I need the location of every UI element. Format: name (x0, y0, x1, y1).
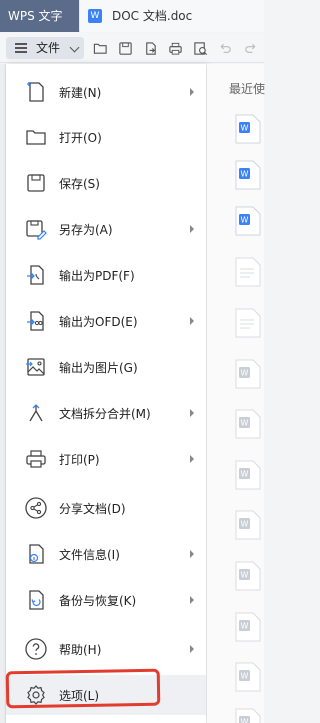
submenu-arrow-icon (190, 317, 194, 325)
menu-item-label: 帮助(H) (59, 643, 102, 657)
menu-item-label: 文件信息(I) (59, 548, 120, 562)
image-export-icon (24, 355, 48, 379)
menu-item-label: 打开(O) (59, 131, 102, 145)
recent-file-word[interactable]: W (235, 160, 261, 190)
hamburger-icon (15, 43, 27, 53)
menu-item-label: 备份与恢复(K) (59, 594, 137, 608)
menu-item-split-merge[interactable]: 文档拆分合并(M) (6, 393, 206, 433)
recent-file-word[interactable]: W (235, 206, 261, 236)
menu-item-save[interactable]: 保存(S) (6, 163, 206, 203)
svg-text:W: W (241, 622, 249, 631)
recent-title: 最近使 (229, 82, 266, 96)
recent-documents-panel: 最近使 W W W W W W W W W W W (207, 64, 266, 723)
save-icon (24, 171, 48, 195)
svg-text:W: W (241, 672, 249, 681)
submenu-arrow-icon (190, 645, 194, 653)
word-doc-icon: W (88, 9, 102, 23)
highlight-annotation (5, 668, 161, 709)
new-doc-icon (24, 80, 48, 104)
svg-text:W: W (241, 571, 249, 580)
file-menu-button[interactable]: 文件 (6, 37, 84, 59)
undo-icon[interactable] (217, 40, 233, 56)
recent-file-word-gray[interactable]: W (235, 708, 261, 723)
pdf-export-icon (24, 263, 48, 287)
menu-item-label: 文档拆分合并(M) (59, 407, 151, 421)
file-menu-dropdown: 新建(N) 打开(O) 保存(S) 另存为(A) 输出为PDF(F) 输出为OF… (6, 64, 206, 723)
svg-text:W: W (241, 369, 249, 378)
menu-item-label: 打印(P) (59, 453, 100, 467)
recent-file-word-gray[interactable]: W (235, 561, 261, 591)
submenu-arrow-icon (190, 225, 194, 233)
svg-text:W: W (241, 124, 249, 133)
menu-item-export-pdf[interactable]: 输出为PDF(F) (6, 255, 206, 295)
menu-item-label: 输出为PDF(F) (59, 269, 135, 283)
submenu-arrow-icon (190, 409, 194, 417)
backup-restore-icon (24, 588, 48, 612)
save-as-icon (24, 217, 48, 241)
save-icon[interactable] (117, 40, 133, 56)
menu-item-label: 分享文档(D) (59, 502, 126, 516)
folder-open-icon[interactable] (92, 40, 108, 56)
tab-document[interactable]: W DOC 文档.doc (80, 0, 264, 32)
recent-file-word-gray[interactable]: W (235, 460, 261, 490)
tab-wps-app[interactable]: WPS 文字 (0, 0, 79, 32)
recent-file-word[interactable]: W (235, 114, 261, 144)
help-icon (24, 637, 48, 661)
menu-item-label: 输出为OFD(E) (59, 315, 138, 329)
submenu-arrow-icon (190, 455, 194, 463)
menu-item-save-as[interactable]: 另存为(A) (6, 209, 206, 249)
menu-item-share[interactable]: 分享文档(D) (6, 488, 206, 528)
print-icon[interactable] (167, 40, 183, 56)
menu-item-export-ofd[interactable]: 输出为OFD(E) (6, 301, 206, 341)
menu-item-help[interactable]: 帮助(H) (6, 629, 206, 669)
recent-file-word-gray[interactable]: W (235, 510, 261, 540)
tab-bar: WPS 文字 W DOC 文档.doc (0, 0, 264, 32)
folder-open-icon (24, 125, 48, 149)
menu-item-label: 新建(N) (59, 86, 102, 100)
print-preview-icon[interactable] (192, 40, 208, 56)
menu-item-open[interactable]: 打开(O) (6, 117, 206, 157)
menu-item-backup-restore[interactable]: 备份与恢复(K) (6, 580, 206, 620)
split-merge-icon (24, 401, 48, 425)
recent-file-text[interactable] (235, 257, 261, 287)
menu-item-print[interactable]: 打印(P) (6, 439, 206, 479)
svg-text:W: W (241, 718, 249, 723)
submenu-arrow-icon (190, 596, 194, 604)
svg-text:W: W (241, 216, 249, 225)
share-icon (24, 496, 48, 520)
redo-icon[interactable] (242, 40, 258, 56)
recent-file-word-gray[interactable]: W (235, 409, 261, 439)
export-icon[interactable] (142, 40, 158, 56)
svg-text:W: W (241, 470, 249, 479)
svg-text:W: W (241, 520, 249, 529)
menu-item-label: 输出为图片(G) (59, 361, 138, 375)
menu-item-new[interactable]: 新建(N) (6, 72, 206, 112)
menu-item-export-image[interactable]: 输出为图片(G) (6, 347, 206, 387)
quick-toolbar: 文件 (0, 33, 264, 63)
recent-file-word-gray[interactable]: W (235, 359, 261, 389)
recent-file-text[interactable] (235, 308, 261, 338)
menu-item-file-info[interactable]: 文件信息(I) (6, 534, 206, 574)
submenu-arrow-icon (190, 88, 194, 96)
recent-file-word-gray[interactable]: W (235, 662, 261, 692)
file-info-icon (24, 542, 48, 566)
svg-text:W: W (241, 170, 249, 179)
menu-item-label: 另存为(A) (59, 223, 113, 237)
print-icon (24, 447, 48, 471)
svg-text:W: W (241, 419, 249, 428)
tab-document-label: DOC 文档.doc (112, 9, 193, 23)
recent-file-word-gray[interactable]: W (235, 612, 261, 642)
chevron-down-icon (69, 42, 80, 53)
ofd-export-icon (24, 309, 48, 333)
file-menu-label: 文件 (36, 41, 61, 55)
submenu-arrow-icon (190, 550, 194, 558)
menu-item-label: 保存(S) (59, 177, 100, 191)
